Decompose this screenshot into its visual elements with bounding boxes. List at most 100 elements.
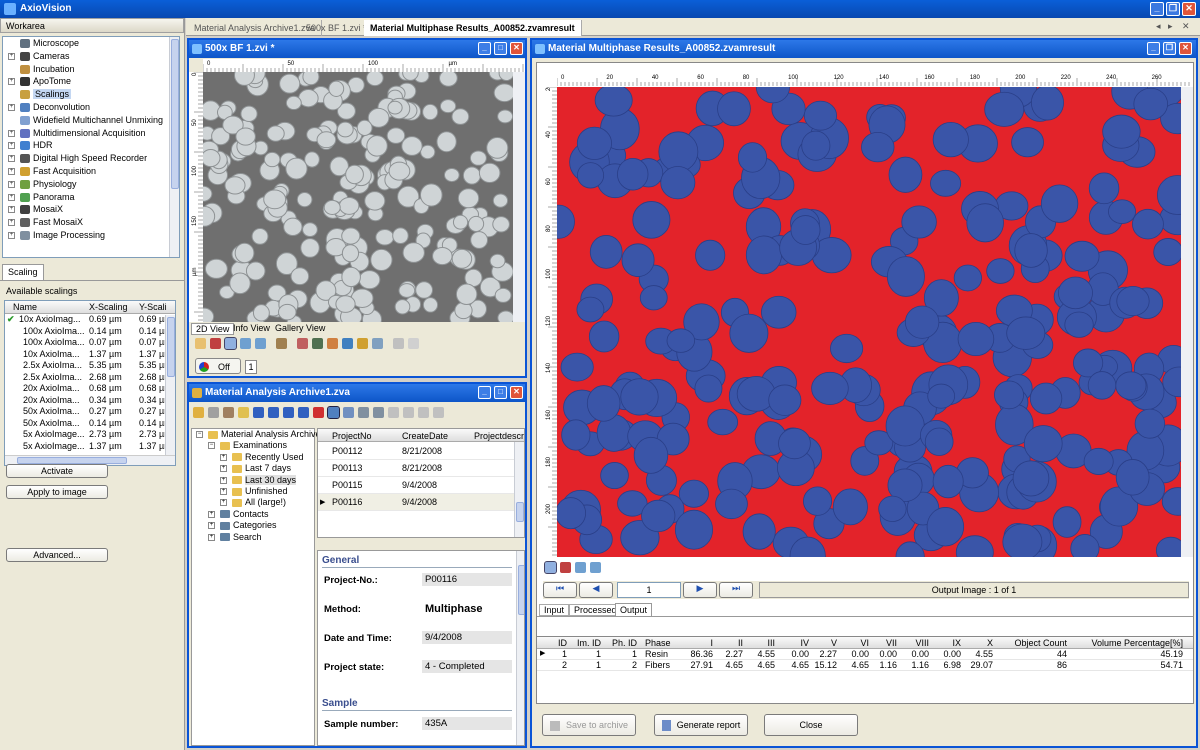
import-icon[interactable] (223, 407, 234, 418)
col-header[interactable]: Ph. ID (612, 638, 637, 648)
expand-icon[interactable]: + (8, 52, 15, 60)
expand-icon[interactable]: − (196, 431, 203, 438)
page-input[interactable]: 1 (617, 582, 681, 598)
archive-tree[interactable]: − Material Analysis Archive1− Examinations… (191, 428, 326, 746)
segmented-image[interactable] (557, 87, 1181, 557)
zoom-out-icon[interactable] (590, 562, 601, 573)
grid-scrollbar[interactable] (514, 442, 524, 537)
zoom-out-icon[interactable] (255, 338, 266, 349)
close-icon[interactable]: ✕ (510, 386, 523, 399)
copy-icon[interactable] (393, 338, 404, 349)
workarea-item[interactable]: + HDR (3, 139, 179, 152)
tab-processed[interactable]: Processed (569, 604, 622, 616)
col-header[interactable]: X (987, 638, 993, 648)
col-projectno[interactable]: ProjectNo (332, 431, 372, 441)
workarea-item[interactable]: + Image Processing (3, 229, 179, 242)
col-header[interactable]: I (710, 638, 713, 648)
workarea-item[interactable]: + Deconvolution (3, 101, 179, 114)
expand-icon[interactable]: + (8, 142, 15, 150)
archive-tree-item[interactable]: + Search (192, 532, 314, 543)
expand-icon[interactable]: + (8, 206, 15, 214)
col-createdate[interactable]: CreateDate (402, 431, 448, 441)
page-box[interactable]: 1 (245, 360, 257, 374)
close-button[interactable]: Close (764, 714, 858, 736)
restore-icon[interactable]: ❐ (1163, 42, 1176, 55)
archive-tree-item[interactable]: − Examinations (192, 440, 314, 451)
col-header[interactable]: II (738, 638, 743, 648)
expand-icon[interactable]: + (220, 453, 227, 461)
workarea-item[interactable]: + Multidimensional Acquisition (3, 127, 179, 140)
archive-tree-item[interactable]: + Unfinished (192, 486, 314, 497)
prev-page-icon[interactable]: ◀ (579, 582, 613, 598)
table-row[interactable]: 2 1 2 Fibers 27.91 4.65 4.65 4.65 15.12 4.65 1.16 1… (537, 660, 1193, 671)
brush-icon[interactable] (372, 338, 383, 349)
expand-icon[interactable]: + (8, 180, 15, 188)
expand-icon[interactable]: + (8, 103, 15, 111)
col-header[interactable]: IV (800, 638, 809, 648)
results-image-scrollbar[interactable] (1181, 87, 1193, 557)
workarea-item[interactable]: Microscope (3, 37, 179, 50)
table-row[interactable]: ✔ 10x AxioImag... 0.69 µm 0.69 µr (5, 314, 175, 326)
first-icon[interactable] (253, 407, 264, 418)
workarea-item[interactable]: + Physiology (3, 178, 179, 191)
minimize-icon[interactable]: _ (1150, 2, 1164, 16)
workarea-item[interactable]: + Fast MosaiX (3, 216, 179, 229)
tab-close-icon[interactable]: ✕ (1182, 21, 1190, 32)
col-header[interactable]: VII (886, 638, 897, 648)
filter-icon[interactable] (373, 407, 384, 418)
zoom-icon[interactable] (224, 337, 237, 350)
table-row[interactable]: 100x AxioIma... 0.07 µm 0.07 µr (5, 337, 175, 349)
tab-results[interactable]: Material Multiphase Results_A00852.zvamr… (364, 20, 582, 36)
expand-icon[interactable]: + (8, 155, 15, 163)
close-icon[interactable]: ✕ (510, 42, 523, 55)
folder-icon[interactable] (357, 338, 368, 349)
properties-scrollbar[interactable] (516, 551, 524, 745)
project-grid[interactable]: ProjectNo CreateDate Projectdescript P00… (317, 428, 525, 538)
tab-scaling[interactable]: Scaling (2, 264, 44, 280)
maximize-icon[interactable]: □ (494, 42, 507, 55)
tab-output[interactable]: Output (615, 603, 653, 617)
first-page-icon[interactable]: ⏮ (543, 582, 577, 598)
tab-scroll-right-icon[interactable]: ▸ (1168, 21, 1173, 32)
archive-tree-item[interactable]: + All (large!) (192, 497, 314, 508)
table-row[interactable]: ▶ P00116 9/4/2008 (318, 494, 516, 511)
expand-icon[interactable]: + (8, 78, 15, 86)
up-icon[interactable] (388, 407, 399, 418)
grid-view-icon[interactable] (327, 406, 340, 419)
zoom-icon[interactable] (544, 561, 557, 574)
tab-info-view[interactable]: Info View (233, 323, 270, 333)
expand-icon[interactable]: + (220, 499, 227, 507)
workarea-item[interactable]: Scalings (3, 88, 179, 101)
image-scrollbar[interactable] (513, 72, 525, 322)
apply-to-image-button[interactable]: Apply to image (6, 485, 108, 499)
delete-icon[interactable] (313, 407, 324, 418)
tab-2d-view[interactable]: 2D View (191, 323, 235, 335)
table-row[interactable]: P00112 8/21/2008 (318, 443, 516, 460)
expand-icon[interactable]: + (8, 193, 15, 201)
col-name[interactable]: Name (13, 301, 37, 314)
table-row[interactable]: ▶ 1 1 1 Resin 86.36 2.27 4.55 0.00 2.27 0.00 0.00 0.… (537, 649, 1193, 660)
down-icon[interactable] (403, 407, 414, 418)
expand-icon[interactable]: + (220, 465, 227, 473)
archive-tree-item[interactable]: + Last 30 days (192, 474, 314, 486)
workarea-item[interactable]: + Panorama (3, 191, 179, 204)
expand-icon[interactable]: + (208, 510, 215, 518)
workarea-item[interactable]: + Digital High Speed Recorder (3, 152, 179, 165)
col-header[interactable]: Volume Percentage[%] (1091, 638, 1183, 648)
expand-icon[interactable]: + (8, 167, 15, 175)
maximize-icon[interactable]: □ (494, 386, 507, 399)
color-icon[interactable] (297, 338, 308, 349)
table-row[interactable]: 2.5x AxioIma... 2.68 µm 2.68 µr (5, 372, 175, 384)
workarea-item[interactable]: + Fast Acquisition (3, 165, 179, 178)
col-header[interactable]: Im. ID (577, 638, 601, 648)
chart-icon[interactable] (342, 338, 353, 349)
close-icon[interactable]: ✕ (1182, 2, 1196, 16)
scalings-scrollbar[interactable] (165, 315, 175, 455)
col-projectdescript[interactable]: Projectdescript (474, 431, 524, 441)
archive-tree-item[interactable]: + Recently Used (192, 452, 314, 463)
col-y-scaling[interactable]: Y-Scali (139, 301, 167, 314)
table-row[interactable]: 20x AxioIma... 0.68 µm 0.68 µr (5, 383, 175, 395)
archive-tree-item[interactable]: − Material Analysis Archive1 (192, 429, 326, 440)
tab-image[interactable]: 500x BF 1.zvi * (300, 20, 374, 36)
thumb-view-icon[interactable] (343, 407, 354, 418)
